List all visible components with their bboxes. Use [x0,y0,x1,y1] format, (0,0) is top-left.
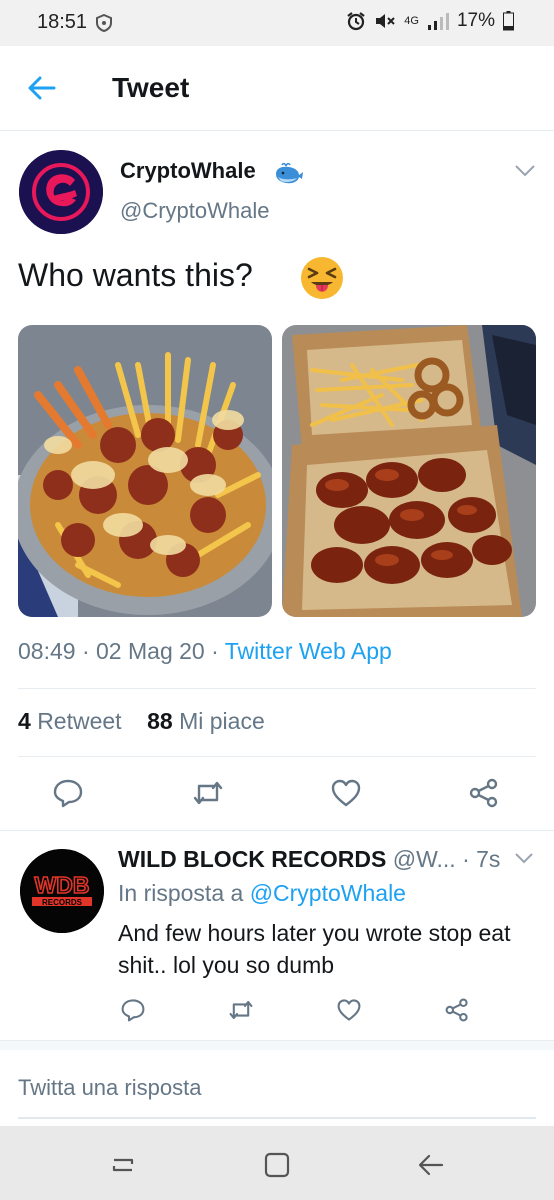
squinting-tongue-emoji-icon [301,257,343,299]
shield-icon [96,14,112,32]
tweet-photo-1[interactable] [18,325,272,617]
reply-compose-input[interactable]: Twitta una risposta [18,1075,536,1119]
tweet-text: Who wants this? [18,257,253,293]
reply-prefix: In risposta a [118,880,244,906]
alarm-icon [347,12,365,31]
reply-age: · 7s [462,846,501,872]
reply-icon[interactable] [120,998,146,1022]
divider [18,688,536,689]
mute-icon [376,14,395,28]
whale-emoji-icon [276,162,303,184]
like-label[interactable]: Mi piace [179,708,265,734]
fries-chicken-photo [18,325,272,617]
reply-header: WILD BLOCK RECORDS @W... · 7s [118,846,500,873]
network-type: 4G [404,14,419,27]
reply-author-handle: @W... [392,846,456,872]
retweet-icon[interactable] [228,998,254,1022]
recent-apps-icon[interactable] [108,1150,138,1180]
like-icon[interactable] [336,998,362,1022]
author-name[interactable]: CryptoWhale [120,158,256,184]
avatar-logo-subtext: RECORDS [42,898,83,907]
divider [18,756,536,757]
tweet-stats: 4 Retweet 88 Mi piace [18,708,265,735]
back-icon[interactable] [416,1150,446,1180]
retweet-label[interactable]: Retweet [37,708,121,734]
boxed-wings-photo [282,325,536,617]
retweet-count[interactable]: 4 [18,708,31,734]
back-arrow-icon[interactable] [26,74,58,102]
app-header: Tweet [0,46,554,131]
cryptowhale-logo-icon [19,150,103,234]
avatar-logo-text: WDB [35,872,90,898]
like-icon[interactable] [330,778,362,808]
tweet-meta: 08:49 · 02 Mag 20 · Twitter Web App [18,638,392,664]
section-divider [0,1040,554,1050]
reply-author-avatar[interactable]: WDB RECORDS [20,849,104,933]
reply-text: And few hours later you wrote stop eat s… [118,920,511,978]
author-handle: @CryptoWhale [120,198,270,223]
chevron-down-icon[interactable] [514,164,536,178]
chevron-down-icon[interactable] [514,852,534,865]
share-icon[interactable] [468,778,500,808]
signal-icon [427,13,449,30]
page-title: Tweet [112,72,190,103]
home-icon[interactable] [262,1150,292,1180]
wdb-records-logo-icon: WDB RECORDS [20,849,104,933]
battery-icon [503,11,514,31]
reply-icon[interactable] [52,778,84,808]
author-avatar[interactable] [19,150,103,234]
system-nav-bar [0,1126,554,1200]
reply-context: In risposta a @CryptoWhale [118,880,406,907]
battery-percent: 17% [456,10,495,31]
divider [0,830,554,831]
tweet-source-link[interactable]: Twitter Web App [225,638,392,664]
retweet-icon[interactable] [192,778,224,808]
like-count[interactable]: 88 [147,708,173,734]
status-bar: 18:51 4G 17% [0,0,554,46]
tweet-photo-2[interactable] [282,325,536,617]
tweet-date: 02 Mag 20 [96,638,205,664]
status-time: 18:51 [37,11,88,33]
reply-author-name[interactable]: WILD BLOCK RECORDS [118,846,386,872]
tweet-time: 08:49 [18,638,76,664]
reply-mention-link[interactable]: @CryptoWhale [250,880,406,906]
share-icon[interactable] [444,998,470,1022]
